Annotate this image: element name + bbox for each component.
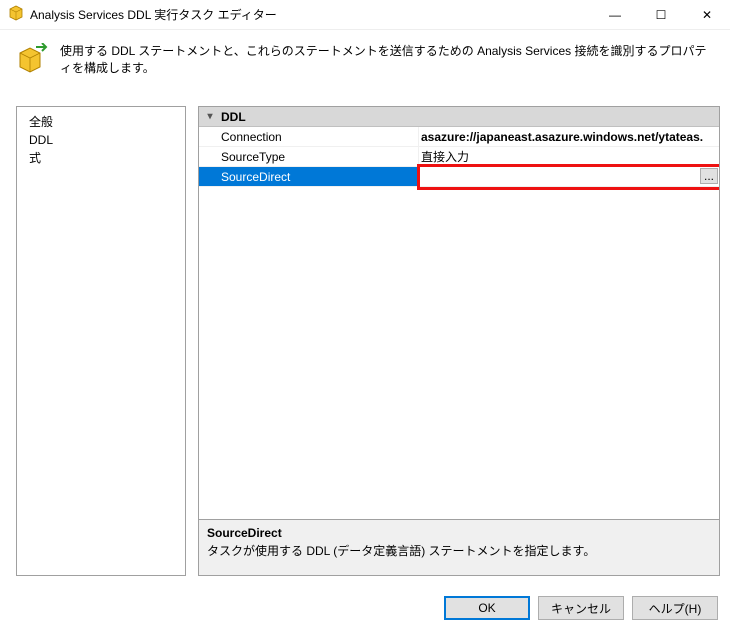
header-description: 使用する DDL ステートメントと、これらのステートメントを送信するための An… [60,42,714,76]
main-panel: ▾ DDL Connection asazure://japaneast.asa… [198,106,720,576]
prop-value-connection[interactable]: asazure://japaneast.asazure.windows.net/… [419,127,719,146]
footer: OK キャンセル ヘルプ(H) [0,586,730,630]
row-sourcetype[interactable]: SourceType 直接入力 [199,147,719,167]
nav-item-expressions[interactable]: 式 [29,149,173,167]
chevron-down-icon: ▾ [203,111,217,122]
close-button[interactable]: ✕ [684,0,730,30]
close-icon: ✕ [702,8,712,22]
task-icon [16,43,48,75]
ok-button[interactable]: OK [444,596,530,620]
ellipsis-button[interactable]: ... [700,168,718,184]
window-controls: — ☐ ✕ [592,0,730,30]
minimize-button[interactable]: — [592,0,638,30]
help-button-label: ヘルプ(H) [649,600,702,617]
prop-value-connection-text: asazure://japaneast.asazure.windows.net/… [421,130,703,144]
maximize-icon: ☐ [656,8,667,22]
cancel-button[interactable]: キャンセル [538,596,624,620]
nav-item-ddl[interactable]: DDL [29,131,173,149]
description-pane: SourceDirect タスクが使用する DDL (データ定義言語) ステート… [198,520,720,576]
prop-value-sourcedirect[interactable]: ... [419,167,719,186]
prop-value-sourcetype-text: 直接入力 [421,148,469,165]
titlebar-left: Analysis Services DDL 実行タスク エディター [8,5,277,24]
help-button[interactable]: ヘルプ(H) [632,596,718,620]
description-title: SourceDirect [207,526,711,540]
prop-label-sourcetype: SourceType [199,147,419,166]
nav-item-general[interactable]: 全般 [29,113,173,131]
ok-button-label: OK [478,601,495,615]
category-header[interactable]: ▾ DDL [199,107,719,127]
cancel-button-label: キャンセル [551,600,611,617]
body: 全般 DDL 式 ▾ DDL Connection asazure://japa… [0,90,730,586]
app-icon [8,5,24,24]
row-sourcedirect[interactable]: SourceDirect ... [199,167,719,187]
row-connection[interactable]: Connection asazure://japaneast.asazure.w… [199,127,719,147]
ellipsis-icon: ... [704,170,714,182]
maximize-button[interactable]: ☐ [638,0,684,30]
minimize-icon: — [609,8,621,22]
grid-body: SourceDirect ... [199,167,719,519]
prop-label-sourcedirect: SourceDirect [199,167,419,186]
category-label: DDL [221,110,246,124]
nav-panel: 全般 DDL 式 [16,106,186,576]
header: 使用する DDL ステートメントと、これらのステートメントを送信するための An… [0,30,730,90]
property-grid: ▾ DDL Connection asazure://japaneast.asa… [198,106,720,520]
prop-value-sourcetype[interactable]: 直接入力 [419,147,719,166]
window-title: Analysis Services DDL 実行タスク エディター [30,6,277,23]
titlebar: Analysis Services DDL 実行タスク エディター — ☐ ✕ [0,0,730,30]
prop-label-connection: Connection [199,127,419,146]
description-text: タスクが使用する DDL (データ定義言語) ステートメントを指定します。 [207,542,711,559]
